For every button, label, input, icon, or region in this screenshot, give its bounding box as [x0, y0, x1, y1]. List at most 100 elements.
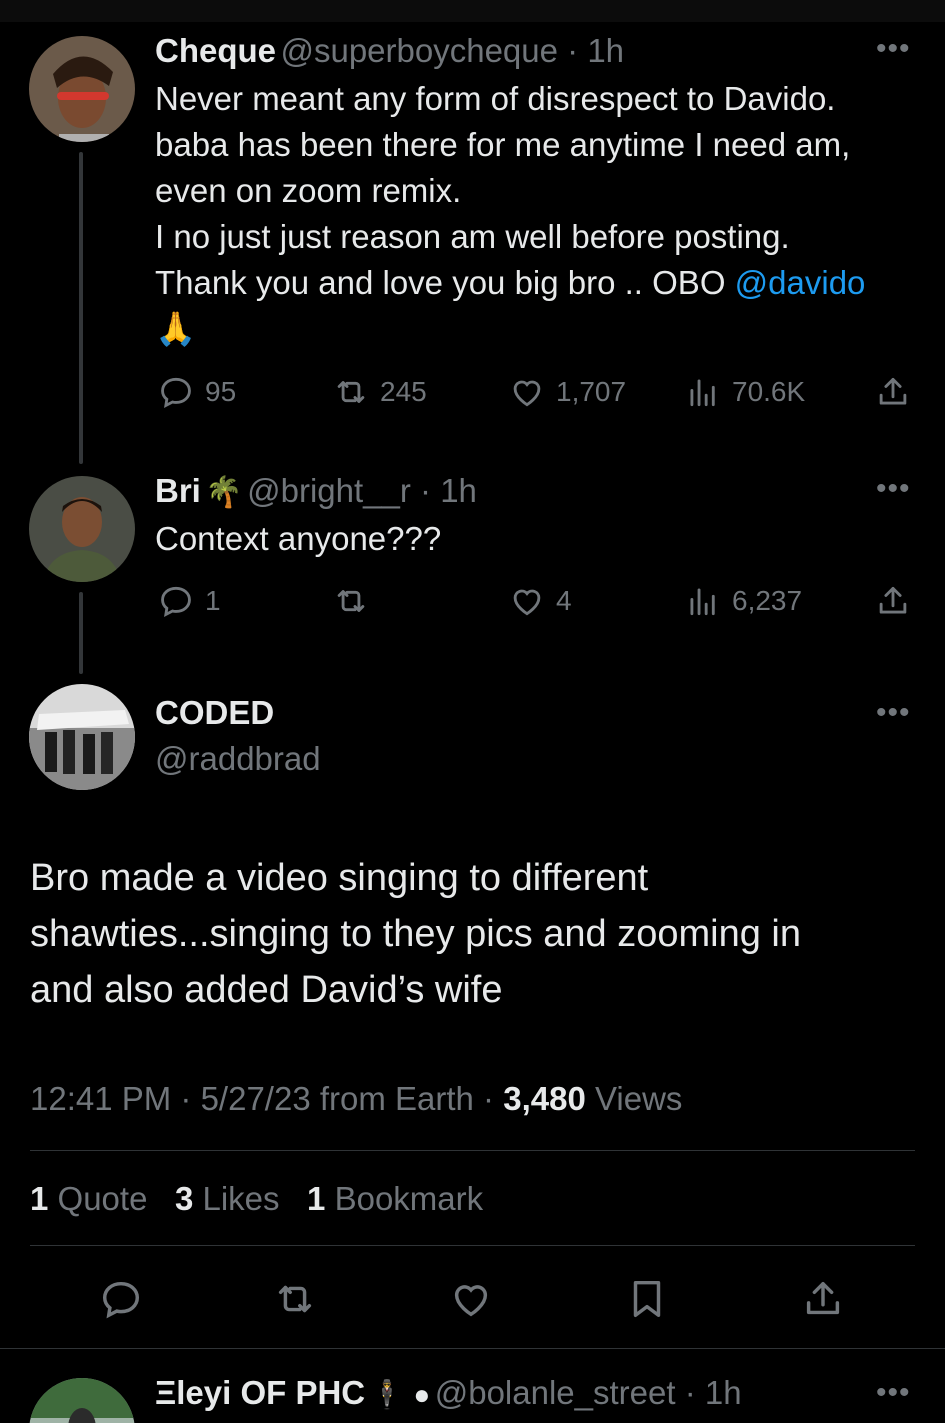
separator: · [558, 32, 588, 69]
views-count: 6,237 [732, 585, 803, 616]
quotes-label: Quote [48, 1180, 148, 1217]
views-label: Views [585, 1080, 683, 1117]
like-button[interactable]: 4 [508, 582, 572, 620]
share-button[interactable] [874, 373, 912, 411]
more-icon[interactable]: ••• [876, 34, 911, 64]
thread-line [79, 152, 83, 464]
more-icon[interactable]: ••• [876, 474, 911, 504]
bookmarks-count: 1 [307, 1180, 326, 1217]
reply-icon [161, 377, 191, 409]
heart-icon [513, 589, 541, 616]
bookmark-icon [633, 1280, 661, 1318]
share-icon [879, 377, 907, 405]
views-count: 3,480 [503, 1080, 586, 1117]
retweet-button[interactable] [272, 1276, 318, 1327]
main-author-name[interactable]: CODED [155, 694, 274, 732]
tweet-line: and also added David’s wife [30, 969, 503, 1011]
like-button[interactable]: 1,707 [508, 373, 626, 411]
tweet-line: Bro made a video singing to different [30, 857, 649, 899]
author-handle[interactable]: @superboycheque [280, 32, 558, 69]
author-handle[interactable]: @raddbrad [155, 740, 321, 777]
divider [0, 1348, 945, 1349]
avatar-bri[interactable] [29, 476, 135, 582]
separator: · [675, 1374, 705, 1411]
pray-emoji: 🙏 [155, 309, 197, 348]
views-button[interactable]: 6,237 [684, 582, 802, 620]
tweet-line: Thank you and love you big bro .. OBO @d… [155, 260, 925, 306]
reply-count: 1 [205, 585, 221, 616]
divider [30, 1245, 915, 1246]
status-bar-strip [0, 0, 945, 22]
reply-button[interactable] [98, 1276, 144, 1327]
timestamp[interactable]: 12:41 PM · 5/27/23 from Earth · [30, 1080, 503, 1117]
tweet-1-text: Never meant any form of disrespect to Da… [155, 76, 925, 352]
apple-icon: ● [413, 1379, 431, 1410]
main-tweet-text: Bro made a video singing to different sh… [30, 850, 920, 1018]
thread-line [79, 592, 83, 674]
main-author-handle[interactable]: @raddbrad [155, 740, 321, 778]
bookmarks-label: Bookmark [325, 1180, 484, 1217]
more-icon[interactable]: ••• [876, 1378, 911, 1408]
share-icon [879, 586, 907, 614]
reply-count: 95 [205, 376, 237, 407]
name-emojis: 🕴 [369, 1378, 414, 1411]
views-icon [690, 379, 715, 407]
avatar-eleyi[interactable] [29, 1378, 135, 1423]
retweet-button[interactable] [332, 582, 380, 620]
retweet-icon [337, 590, 365, 612]
divider [30, 1150, 915, 1151]
author-handle[interactable]: @bright__r [247, 472, 411, 509]
retweet-icon [278, 1285, 312, 1313]
retweet-icon [337, 381, 365, 403]
views-icon [690, 588, 715, 616]
avatar-coded[interactable] [29, 684, 135, 790]
likes-count: 3 [174, 1180, 194, 1217]
tweet-time[interactable]: 1h [587, 32, 624, 69]
engagement-stats: 1 Quote 3 Likes 1 Bookmark [30, 1180, 483, 1218]
reply-header: Ξleyi OF PHC 🕴 ● @bolanle_street · 1h [155, 1374, 742, 1412]
views-button[interactable]: 70.6K [684, 373, 805, 411]
quotes-count: 1 [30, 1180, 49, 1217]
retweet-count: 245 [380, 376, 427, 407]
bookmark-button[interactable] [624, 1276, 670, 1327]
tweet-2-text: Context anyone??? [155, 520, 442, 557]
author-name[interactable]: Ξleyi OF PHC [155, 1374, 365, 1411]
tweet-time[interactable]: 1h [440, 472, 477, 509]
reply-button[interactable]: 1 [157, 582, 221, 620]
share-button[interactable] [800, 1276, 846, 1327]
author-name[interactable]: Bri [155, 472, 201, 509]
tweet-2-header: Bri 🌴 @bright__r · 1h [155, 472, 477, 510]
bookmarks-stat[interactable]: 1 Bookmark [307, 1180, 483, 1217]
likes-stat[interactable]: 3 Likes [175, 1180, 280, 1217]
tweet-line: Never meant any form of disrespect to Da… [155, 80, 836, 117]
likes-label: Likes [193, 1180, 280, 1217]
share-button[interactable] [874, 582, 912, 620]
heart-icon [513, 380, 541, 407]
tweet-line: baba has been there for me anytime I nee… [155, 126, 851, 163]
tweet-line: shawties...singing to they pics and zoom… [30, 913, 801, 955]
author-name[interactable]: Cheque [155, 32, 276, 69]
like-button[interactable] [448, 1276, 494, 1327]
tweet-line-text: Thank you and love you big bro .. OBO [155, 264, 735, 301]
separator: · [410, 472, 441, 509]
author-handle[interactable]: @bolanle_street [435, 1374, 676, 1411]
retweet-button[interactable]: 245 [332, 373, 427, 411]
heart-icon [454, 1285, 488, 1317]
author-name[interactable]: CODED [155, 694, 274, 731]
reply-icon [102, 1281, 140, 1319]
mention-link[interactable]: @davido [735, 264, 866, 301]
share-icon [806, 1281, 840, 1315]
like-count: 4 [556, 585, 572, 616]
palm-emoji: 🌴 [205, 475, 243, 510]
reply-button[interactable]: 95 [157, 373, 236, 411]
tweet-1-header: Cheque @superboycheque · 1h [155, 32, 624, 70]
tweet-time[interactable]: 1h [705, 1374, 742, 1411]
tweet-line: I no just just reason am well before pos… [155, 218, 790, 255]
reply-icon [161, 586, 191, 618]
quotes-stat[interactable]: 1 Quote [30, 1180, 147, 1217]
more-icon[interactable]: ••• [876, 698, 911, 728]
avatar-cheque[interactable] [29, 36, 135, 142]
views-count: 70.6K [732, 376, 806, 407]
tweet-metadata: 12:41 PM · 5/27/23 from Earth · 3,480 Vi… [30, 1080, 682, 1118]
tweet-line: even on zoom remix. [155, 172, 462, 209]
